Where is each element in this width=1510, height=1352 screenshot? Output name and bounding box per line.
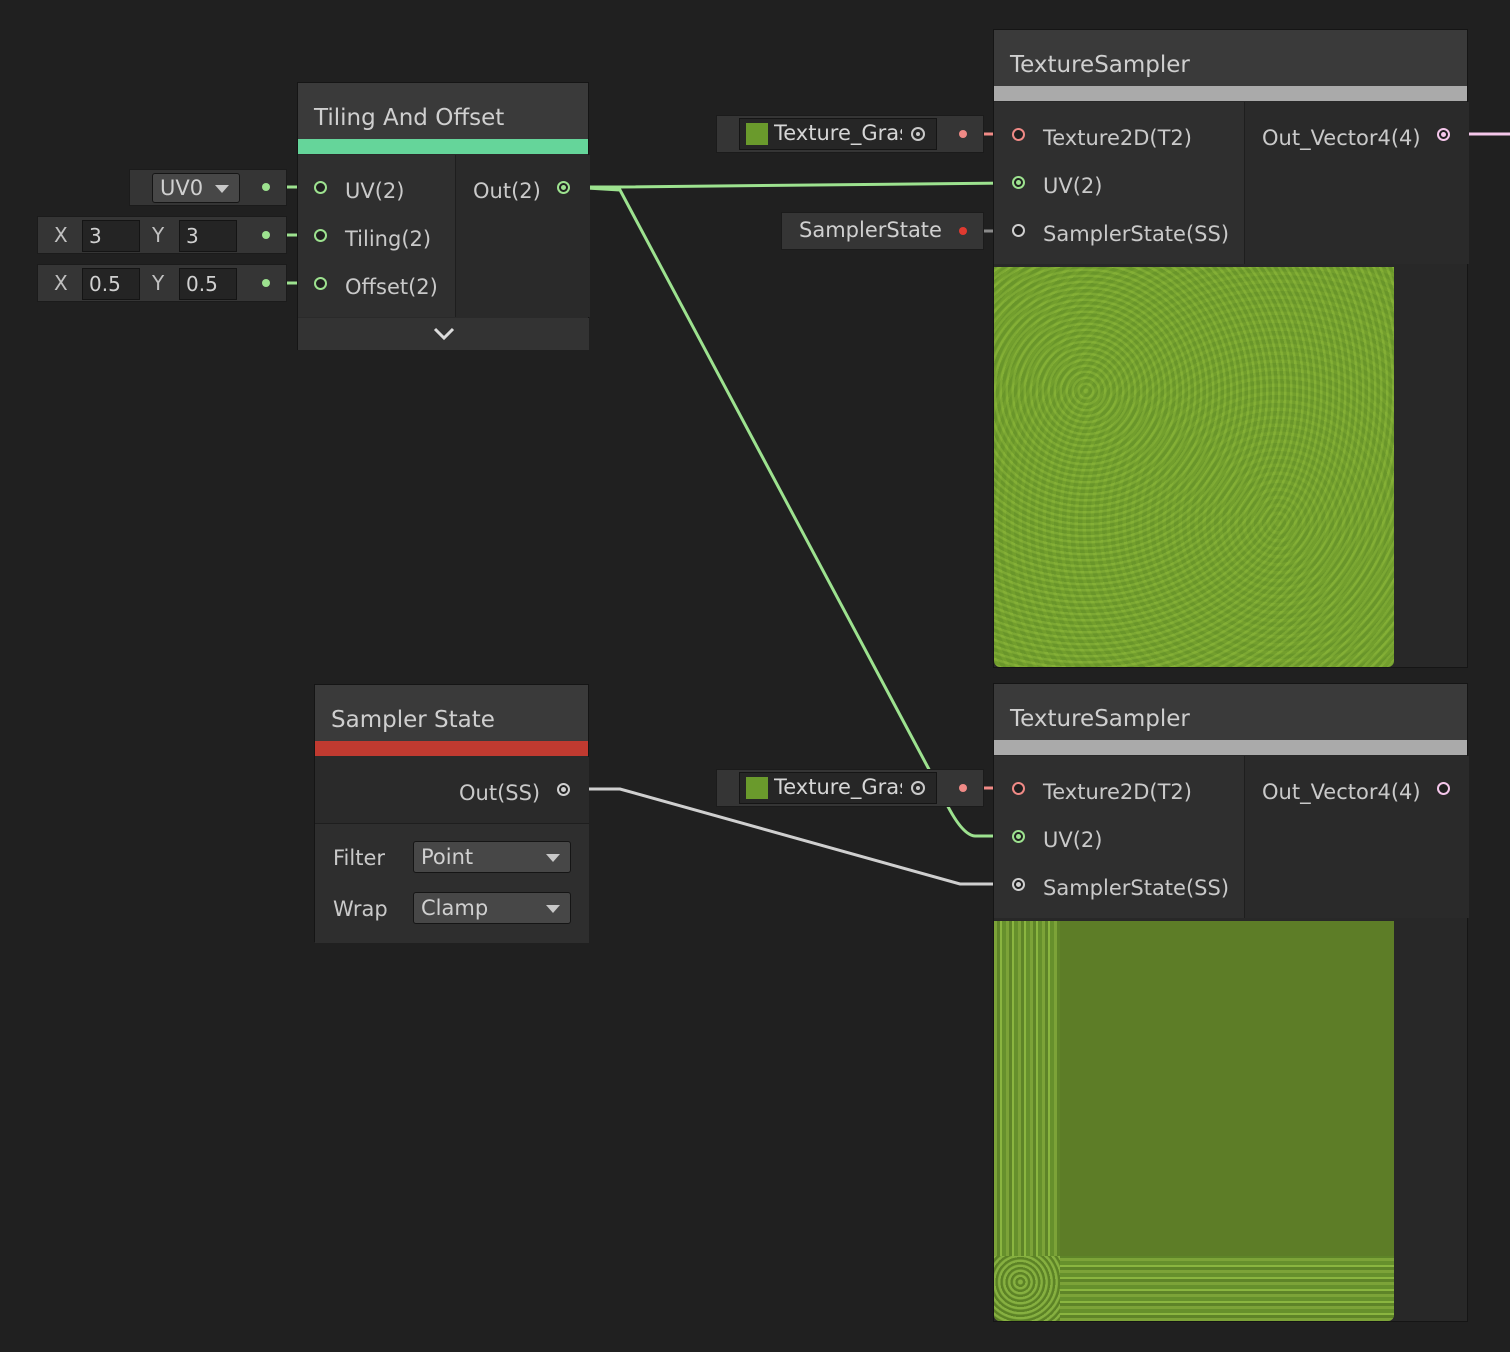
bottom-ss-input-port[interactable] xyxy=(1012,878,1025,891)
tiling-x-field[interactable]: 3 xyxy=(82,220,140,252)
bottom-texture-input-port[interactable] xyxy=(1012,782,1025,795)
tiling-output-port[interactable] xyxy=(557,181,570,194)
bottom-output-label: Out_Vector4(4) xyxy=(1262,780,1421,804)
tiling-input-port[interactable] xyxy=(314,229,327,242)
top-sampler-field-label: SamplerState xyxy=(799,218,942,242)
grass-corner-sample xyxy=(994,1256,1060,1321)
offset-inline-dot xyxy=(262,279,270,287)
chevron-down-icon xyxy=(546,854,560,862)
bottom-texture-inline-dot xyxy=(959,784,967,792)
top-ss-input-label: SamplerState(SS) xyxy=(1043,222,1230,246)
top-sampler-inline: SamplerState xyxy=(781,212,984,250)
tiling-node-title[interactable]: Tiling And Offset xyxy=(298,83,588,139)
top-texture-inline: Texture_Gras xyxy=(716,115,984,153)
object-picker-icon[interactable] xyxy=(911,127,925,141)
top-texture-input-label: Texture2D(T2) xyxy=(1043,126,1192,150)
bottom-texture-name: Texture_Gras xyxy=(774,775,902,799)
bottom-uv-input-port[interactable] xyxy=(1012,830,1025,843)
grass-texture-preview xyxy=(994,267,1394,667)
bottom-sampler-title[interactable]: TextureSampler xyxy=(994,684,1467,740)
offset-y-label: Y xyxy=(152,271,165,295)
top-output-port[interactable] xyxy=(1437,128,1450,141)
offset-input-label: Offset(2) xyxy=(345,275,438,299)
grass-texture-thumbnail xyxy=(746,777,768,799)
filter-label: Filter xyxy=(333,846,386,870)
top-texture-object-field[interactable]: Texture_Gras xyxy=(739,118,937,150)
wire-tiling-to-bottom-uv xyxy=(569,185,1012,838)
top-texture-name: Texture_Gras xyxy=(774,121,902,145)
clamped-texture-preview xyxy=(994,921,1394,1321)
top-sampler-accent-bar xyxy=(994,86,1467,101)
uv-input-port[interactable] xyxy=(314,181,327,194)
tiling-and-offset-node[interactable]: Tiling And Offset UV(2) Tiling(2) Offset… xyxy=(297,82,590,350)
sampler-node-title[interactable]: Sampler State xyxy=(315,685,588,741)
offset-input-port[interactable] xyxy=(314,277,327,290)
tiling-y-field[interactable]: 3 xyxy=(179,220,237,252)
texture-sampler-node-top[interactable]: TextureSampler Texture2D(T2) UV(2) Sampl… xyxy=(993,29,1469,668)
expand-toggle[interactable] xyxy=(298,318,589,350)
top-output-label: Out_Vector4(4) xyxy=(1262,126,1421,150)
uv-inline-dot xyxy=(262,183,270,191)
offset-x-label: X xyxy=(54,271,68,295)
wire-tiling-to-top-uv xyxy=(570,181,1013,189)
tiling-node-accent-bar xyxy=(298,139,588,154)
offset-x-field[interactable]: 0.5 xyxy=(82,268,140,300)
sampler-state-node[interactable]: Sampler State Out(SS) Filter Point Wrap … xyxy=(314,684,589,943)
bottom-texture-inline: Texture_Gras xyxy=(716,769,984,807)
chevron-down-icon xyxy=(546,905,560,913)
sampler-node-accent-bar xyxy=(315,741,588,756)
tiling-output-label: Out(2) xyxy=(473,179,541,203)
sampler-settings-panel: Filter Point Wrap Clamp xyxy=(315,823,589,943)
tiling-inline-dot xyxy=(262,231,270,239)
sampler-output-port[interactable] xyxy=(557,783,570,796)
texture-sampler-node-bottom[interactable]: TextureSampler Texture2D(T2) UV(2) Sampl… xyxy=(993,683,1469,1322)
tiling-input-label: Tiling(2) xyxy=(345,227,432,251)
top-texture-inline-dot xyxy=(959,130,967,138)
uv-input-label: UV(2) xyxy=(345,179,405,203)
top-uv-input-label: UV(2) xyxy=(1043,174,1103,198)
bottom-uv-input-label: UV(2) xyxy=(1043,828,1103,852)
wrap-dropdown[interactable]: Clamp xyxy=(413,892,571,924)
offset-inline: X 0.5 Y 0.5 xyxy=(37,264,287,302)
bottom-texture-input-label: Texture2D(T2) xyxy=(1043,780,1192,804)
top-texture-input-port[interactable] xyxy=(1012,128,1025,141)
tiling-x-label: X xyxy=(54,223,68,247)
chevron-down-icon xyxy=(433,327,455,341)
top-sampler-title[interactable]: TextureSampler xyxy=(994,30,1467,86)
offset-y-field[interactable]: 0.5 xyxy=(179,268,237,300)
filter-value: Point xyxy=(421,845,474,869)
bottom-sampler-accent-bar xyxy=(994,740,1467,755)
tiling-inline: X 3 Y 3 xyxy=(37,216,287,254)
top-ss-input-port[interactable] xyxy=(1012,224,1025,237)
wrap-label: Wrap xyxy=(333,897,388,921)
wrap-value: Clamp xyxy=(421,896,489,920)
uv-channel-dropdown[interactable]: UV0 xyxy=(152,173,240,203)
bottom-texture-object-field[interactable]: Texture_Gras xyxy=(739,772,937,804)
sampler-outputs-panel xyxy=(315,757,589,823)
top-sampler-inline-dot xyxy=(959,227,967,235)
grass-texture-thumbnail xyxy=(746,123,768,145)
sampler-output-label: Out(SS) xyxy=(459,781,541,805)
tiling-y-label: Y xyxy=(152,223,165,247)
filter-dropdown[interactable]: Point xyxy=(413,841,571,873)
bottom-output-port[interactable] xyxy=(1437,782,1450,795)
top-uv-input-port[interactable] xyxy=(1012,176,1025,189)
chevron-down-icon xyxy=(215,185,229,193)
bottom-ss-input-label: SamplerState(SS) xyxy=(1043,876,1230,900)
object-picker-icon[interactable] xyxy=(911,781,925,795)
uv-channel-value: UV0 xyxy=(160,176,204,200)
